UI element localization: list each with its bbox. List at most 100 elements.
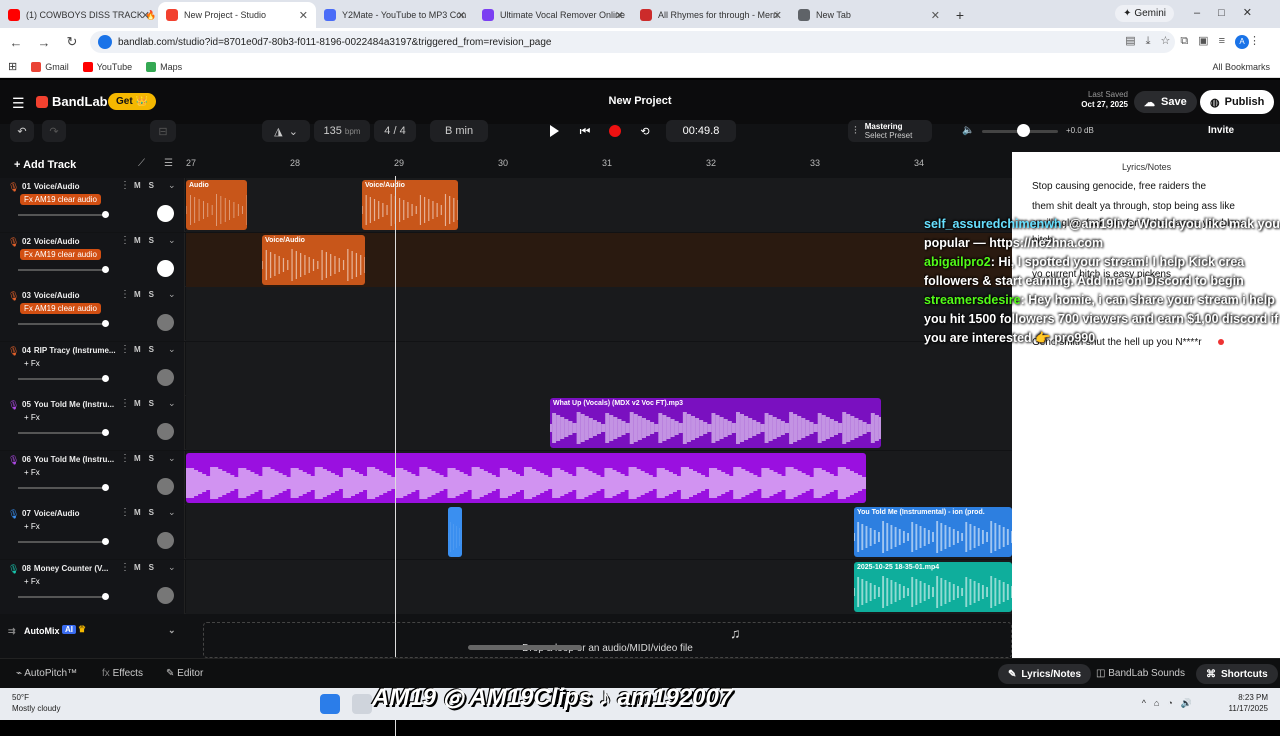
chevron-down-icon[interactable]: ⌄: [168, 398, 176, 409]
lyrics-notes-button[interactable]: ✎ Lyrics/Notes: [998, 664, 1092, 684]
mute-solo-buttons[interactable]: MS: [134, 345, 162, 354]
track-menu-icon[interactable]: ⋮: [120, 344, 130, 355]
chevron-down-icon[interactable]: ⌄: [168, 562, 176, 573]
track-row[interactable]: 🎙 04 RIP Tracy (Instrume... ⋮ MS ⌄ + Fx: [0, 341, 1012, 396]
mixer-icon[interactable]: ⊟: [150, 120, 176, 142]
redo-icon[interactable]: ↷: [42, 120, 66, 142]
speaker-icon[interactable]: 🔈: [962, 125, 974, 136]
fx-button[interactable]: + Fx: [20, 412, 44, 423]
notes-line[interactable]: Geno smith shut the hell up you N****r: [1032, 334, 1264, 351]
mute-solo-buttons[interactable]: MS: [134, 454, 162, 463]
track-name[interactable]: 02 Voice/Audio: [22, 237, 116, 246]
filter-icon[interactable]: ☰: [164, 158, 173, 169]
notes-line[interactable]: them shit dealt ya through, stop being a…: [1032, 198, 1264, 249]
window-controls[interactable]: –□✕: [1194, 6, 1270, 19]
slider-knob[interactable]: [102, 374, 109, 382]
close-tab-icon[interactable]: ✕: [615, 9, 624, 22]
track-row[interactable]: 🎙 05 You Told Me (Instru... ⋮ MS ⌄ + Fx What Up…: [0, 396, 1012, 450]
mute-solo-buttons[interactable]: MS: [134, 508, 162, 517]
play-button[interactable]: [540, 120, 568, 142]
track-volume-slider[interactable]: [18, 483, 109, 491]
track-lane[interactable]: [186, 341, 1012, 396]
track-lane[interactable]: [186, 287, 1012, 341]
track-lane[interactable]: Voice/Audio: [186, 232, 1012, 287]
lyrics-notes-panel[interactable]: Lyrics/Notes Stop causing genocide, free…: [1012, 152, 1280, 658]
track-volume-slider[interactable]: [18, 429, 109, 436]
mute-solo-buttons[interactable]: MS: [134, 290, 162, 299]
audio-clip[interactable]: You Told Me (Instrumental) - ion (prod.: [854, 507, 1012, 557]
track-header[interactable]: 🎙 03 Voice/Audio ⋮ MS ⌄ Fx AM19 clear audio: [0, 287, 185, 341]
track-menu-icon[interactable]: ⋮: [120, 235, 130, 246]
audio-clip[interactable]: Voice/Audio: [262, 234, 365, 285]
search-icon[interactable]: [352, 694, 372, 714]
fx-button[interactable]: Fx AM19 clear audio: [20, 303, 101, 314]
pan-knob[interactable]: [157, 368, 174, 386]
browser-toolbar-icons[interactable]: ▤⤓☆⧉▣≡ A ⋮: [1125, 34, 1270, 49]
weather-widget[interactable]: 50°F Mostly cloudy: [12, 692, 60, 714]
track-name[interactable]: 06 You Told Me (Instru...: [22, 455, 116, 464]
track-menu-icon[interactable]: ⋮: [120, 180, 130, 191]
notes-line[interactable]: yo current bitch is easy pickens: [1032, 266, 1264, 283]
bookmark-link[interactable]: YouTube: [82, 61, 132, 72]
system-tray[interactable]: ^⌂◔🔊: [1142, 698, 1200, 709]
chevron-down-icon[interactable]: ⌄: [168, 289, 176, 300]
track-row[interactable]: 🎙 08 Money Counter (V... ⋮ MS ⌄ + Fx 2025-10-25…: [0, 559, 1012, 614]
metronome-button[interactable]: ◮ ⌄: [262, 120, 310, 142]
track-volume-slider[interactable]: [18, 592, 109, 600]
slider-knob[interactable]: [102, 483, 109, 491]
undo-icon[interactable]: ↶: [10, 120, 34, 142]
track-row[interactable]: 🎙 07 Voice/Audio ⋮ MS ⌄ + Fx You Told Me (Instr…: [0, 505, 1012, 559]
close-tab-icon[interactable]: ✕: [457, 9, 466, 22]
track-name[interactable]: 05 You Told Me (Instru...: [22, 400, 116, 409]
browser-tab[interactable]: New Tab ✕: [790, 2, 948, 28]
close-tab-icon[interactable]: ✕: [931, 9, 940, 22]
slider-knob[interactable]: [102, 429, 109, 436]
chevron-down-icon[interactable]: ⌄: [168, 180, 176, 191]
slider-knob[interactable]: [102, 538, 109, 545]
bookmark-link[interactable]: Maps: [146, 61, 182, 72]
horizontal-scrollbar[interactable]: [468, 645, 582, 650]
mastering-button[interactable]: ⫶ Mastering Select Preset: [848, 120, 932, 142]
windows-start-icon[interactable]: [320, 694, 340, 714]
new-tab-button[interactable]: +: [948, 2, 972, 28]
tempo-field[interactable]: 135 bpm: [314, 120, 370, 142]
track-header[interactable]: 🎙 08 Money Counter (V... ⋮ MS ⌄ + Fx: [0, 559, 185, 614]
fx-button[interactable]: + Fx: [20, 576, 44, 587]
track-row[interactable]: 🎙 02 Voice/Audio ⋮ MS ⌄ Fx AM19 clear audio Voi…: [0, 232, 1012, 287]
browser-tab[interactable]: (1) COWBOYS DISS TRACK 🔥 I ✕: [0, 2, 158, 28]
publish-button[interactable]: ◍ Publish: [1200, 90, 1275, 114]
chevron-down-icon[interactable]: ⌄: [168, 507, 176, 518]
fx-button[interactable]: Fx AM19 clear audio: [20, 248, 101, 260]
mute-solo-buttons[interactable]: MS: [134, 236, 162, 245]
audio-clip[interactable]: [448, 507, 462, 557]
master-volume-knob[interactable]: [1017, 124, 1030, 137]
chevron-down-icon[interactable]: ⌄: [168, 344, 176, 355]
slider-knob[interactable]: [102, 320, 109, 327]
track-row[interactable]: 🎙 01 Voice/Audio ⋮ MS ⌄ Fx AM19 clear audio Aud…: [0, 178, 1012, 232]
track-name[interactable]: 08 Money Counter (V...: [22, 564, 116, 573]
browser-tab[interactable]: All Rhymes for through - Merri ✕: [632, 2, 790, 28]
pan-knob[interactable]: [157, 205, 174, 222]
track-row[interactable]: 🎙 06 You Told Me (Instru... ⋮ MS ⌄ + Fx: [0, 450, 1012, 505]
track-name[interactable]: 01 Voice/Audio: [22, 182, 116, 191]
save-button[interactable]: ☁ Save: [1134, 91, 1197, 113]
site-info-icon[interactable]: [98, 35, 112, 49]
track-volume-slider[interactable]: [18, 538, 109, 545]
audio-clip[interactable]: Voice/Audio: [362, 180, 458, 230]
reload-icon[interactable]: ↻: [60, 34, 84, 50]
track-header[interactable]: 🎙 04 RIP Tracy (Instrume... ⋮ MS ⌄ + Fx: [0, 341, 185, 396]
key-selector[interactable]: B min: [430, 120, 488, 142]
shortcuts-button[interactable]: ⌘ Shortcuts: [1196, 664, 1278, 684]
track-header[interactable]: 🎙 02 Voice/Audio ⋮ MS ⌄ Fx AM19 clear audio: [0, 232, 185, 287]
audio-clip[interactable]: 2025-10-25 18-35-01.mp4: [854, 561, 1012, 612]
track-name[interactable]: 07 Voice/Audio: [22, 509, 116, 518]
track-lane[interactable]: Audio Voice/Audio: [186, 178, 1012, 232]
close-tab-icon[interactable]: ✕: [773, 9, 782, 22]
chevron-down-icon[interactable]: ⌄: [168, 235, 176, 246]
pan-knob[interactable]: [157, 477, 174, 495]
fx-button[interactable]: + Fx: [20, 358, 44, 369]
track-volume-slider[interactable]: [18, 374, 109, 382]
fx-button[interactable]: Fx AM19 clear audio: [20, 194, 101, 205]
track-lane[interactable]: You Told Me (Instrumental) - ion (prod.: [186, 505, 1012, 559]
url-field[interactable]: bandlab.com/studio?id=8701e0d7-80b3-f011…: [90, 31, 1175, 53]
